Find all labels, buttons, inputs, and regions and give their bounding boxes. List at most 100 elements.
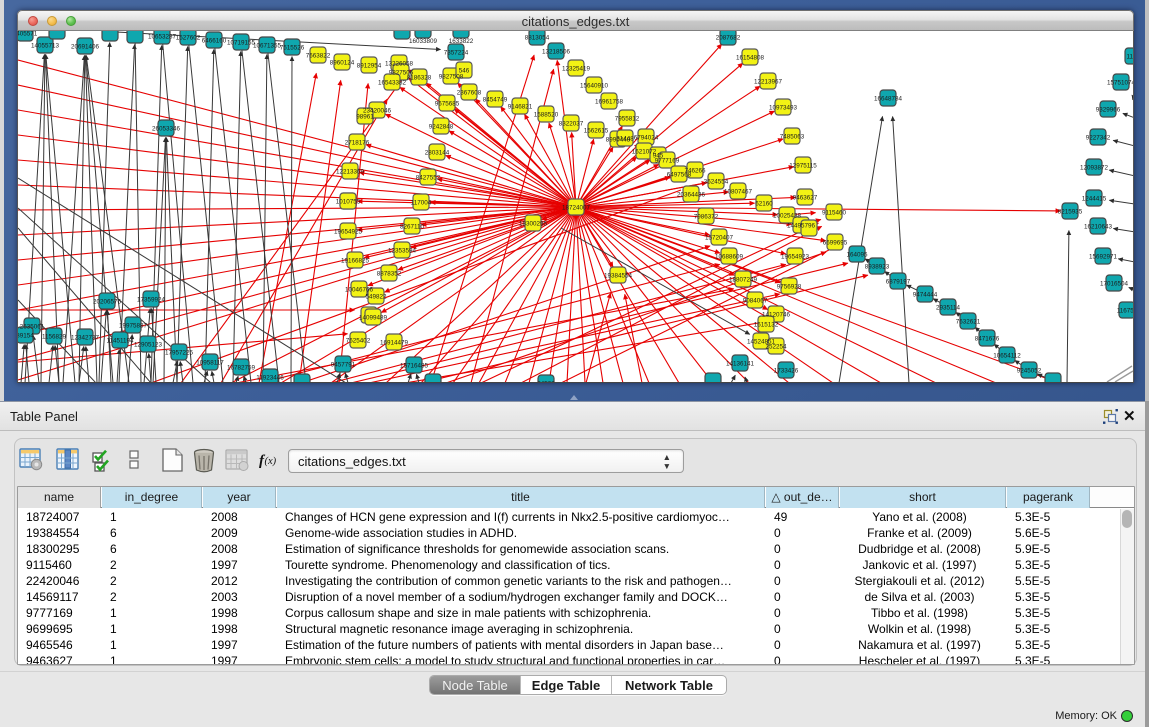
svg-text:19166825: 19166825	[341, 257, 370, 264]
svg-text:9463627: 9463627	[793, 194, 818, 201]
svg-text:3624554: 3624554	[704, 178, 729, 185]
svg-text:12093872: 12093872	[1080, 164, 1109, 171]
svg-text:546: 546	[459, 67, 470, 74]
svg-text:10671355: 10671355	[253, 42, 282, 49]
svg-text:8186328: 8186328	[407, 74, 432, 81]
svg-text:10973493: 10973493	[769, 104, 798, 111]
svg-text:17359924: 17359924	[137, 296, 166, 303]
svg-text:2935114: 2935114	[936, 304, 961, 311]
svg-text:17957225: 17957225	[165, 349, 194, 356]
svg-text:1112: 1112	[1126, 53, 1134, 60]
svg-text:252254: 252254	[765, 343, 787, 350]
svg-text:9827508: 9827508	[439, 73, 464, 80]
svg-text:7485063: 7485063	[780, 133, 805, 140]
svg-text:19654923: 19654923	[781, 253, 810, 260]
svg-text:9227342: 9227342	[1086, 134, 1111, 141]
svg-text:8322037: 8322037	[559, 120, 584, 127]
svg-text:98961: 98961	[356, 113, 374, 120]
svg-text:10807467: 10807467	[724, 188, 753, 195]
svg-text:7357224: 7357224	[444, 49, 469, 56]
svg-text:7955812: 7955812	[615, 115, 640, 122]
svg-text:14099489: 14099489	[359, 314, 388, 321]
svg-text:12975115: 12975115	[789, 162, 817, 169]
svg-text:164095: 164095	[846, 251, 868, 258]
svg-text:9457791: 9457791	[331, 361, 356, 368]
svg-text:17016504: 17016504	[1100, 280, 1129, 287]
svg-text:549822: 549822	[365, 293, 387, 300]
svg-text:16154808: 16154808	[736, 54, 765, 61]
svg-text:16782759: 16782759	[227, 364, 256, 371]
svg-text:117004: 117004	[411, 199, 432, 206]
svg-text:2367608: 2367608	[457, 89, 482, 96]
svg-text:62160: 62160	[755, 200, 773, 207]
svg-text:2087682: 2087682	[716, 34, 741, 41]
svg-text:19654925: 19654925	[334, 228, 363, 235]
svg-text:19384554: 19384554	[604, 272, 633, 279]
svg-text:8427552: 8427552	[416, 174, 441, 181]
svg-text:12342737: 12342737	[71, 334, 100, 341]
svg-text:15751074: 15751074	[1107, 79, 1134, 86]
svg-text:15640910: 15640910	[580, 82, 609, 89]
svg-text:12213967: 12213967	[754, 78, 783, 85]
svg-text:1633822: 1633822	[449, 38, 474, 45]
svg-text:12325419: 12325419	[562, 65, 591, 72]
svg-text:1527602: 1527602	[176, 34, 201, 41]
svg-text:16961758: 16961758	[595, 98, 624, 105]
svg-text:18300295: 18300295	[519, 220, 548, 227]
svg-text:16210643: 16210643	[1084, 223, 1113, 230]
svg-text:2635061: 2635061	[20, 323, 45, 330]
svg-text:(x): (x)	[265, 456, 277, 467]
svg-text:6794024: 6794024	[634, 134, 659, 141]
svg-text:39154: 39154	[18, 332, 34, 339]
svg-text:9474444: 9474444	[913, 291, 938, 298]
svg-text:7663822: 7663822	[306, 52, 331, 59]
svg-text:8813054: 8813054	[525, 34, 550, 41]
svg-text:116753: 116753	[1117, 307, 1134, 314]
svg-text:7625402: 7625402	[346, 337, 371, 344]
svg-text:26053346: 26053346	[152, 125, 181, 132]
svg-text:1588520: 1588520	[534, 111, 559, 118]
svg-text:8878352: 8878352	[377, 270, 402, 277]
svg-text:7515526: 7515526	[280, 44, 305, 51]
svg-text:10654112: 10654112	[993, 352, 1021, 359]
svg-text:15692971: 15692971	[1089, 253, 1118, 260]
svg-text:10653287: 10653287	[148, 33, 177, 40]
svg-text:8471676: 8471676	[975, 335, 1000, 342]
svg-text:14055713: 14055713	[31, 42, 60, 49]
svg-text:7986372: 7986372	[694, 213, 719, 220]
svg-text:16648784: 16648784	[874, 95, 903, 102]
svg-text:6879197: 6879197	[886, 278, 911, 285]
svg-text:8454749: 8454749	[483, 96, 508, 103]
svg-text:10958117: 10958117	[196, 359, 224, 366]
svg-text:12213369: 12213369	[336, 168, 365, 175]
svg-text:8960124: 8960124	[330, 59, 355, 66]
svg-text:6699695: 6699695	[823, 239, 848, 246]
svg-text:1010755: 1010755	[336, 198, 361, 205]
svg-text:13226058: 13226058	[385, 60, 414, 67]
svg-text:2718176: 2718176	[345, 139, 370, 146]
svg-text:8912954: 8912954	[357, 62, 382, 69]
svg-text:16914479: 16914479	[380, 339, 409, 346]
svg-text:9242848: 9242848	[429, 123, 454, 130]
svg-text:9115460: 9115460	[822, 209, 847, 216]
svg-text:10046766: 10046766	[345, 286, 374, 293]
svg-text:10688609: 10688609	[715, 253, 744, 260]
svg-text:14120746: 14120746	[762, 311, 791, 318]
svg-text:1156829: 1156829	[42, 333, 67, 340]
svg-text:8215935: 8215935	[1058, 208, 1083, 215]
svg-text:24502: 24502	[537, 380, 555, 383]
svg-text:1405571: 1405571	[18, 31, 38, 37]
svg-text:20364436: 20364436	[677, 191, 706, 198]
svg-text:1733426: 1733426	[774, 367, 799, 374]
svg-text:8938923: 8938923	[865, 263, 890, 270]
svg-text:9329966: 9329966	[1096, 106, 1121, 113]
svg-text:18807249: 18807249	[729, 276, 758, 283]
svg-text:11451194: 11451194	[106, 337, 134, 344]
svg-text:15720407: 15720407	[705, 234, 734, 241]
svg-text:8267110: 8267110	[400, 223, 425, 230]
svg-text:31448: 31448	[616, 135, 634, 142]
svg-text:9675685: 9675685	[435, 100, 460, 107]
svg-text:15716485: 15716485	[400, 362, 429, 369]
svg-text:2803144: 2803144	[425, 149, 450, 156]
svg-text:14136141: 14136141	[726, 360, 755, 367]
